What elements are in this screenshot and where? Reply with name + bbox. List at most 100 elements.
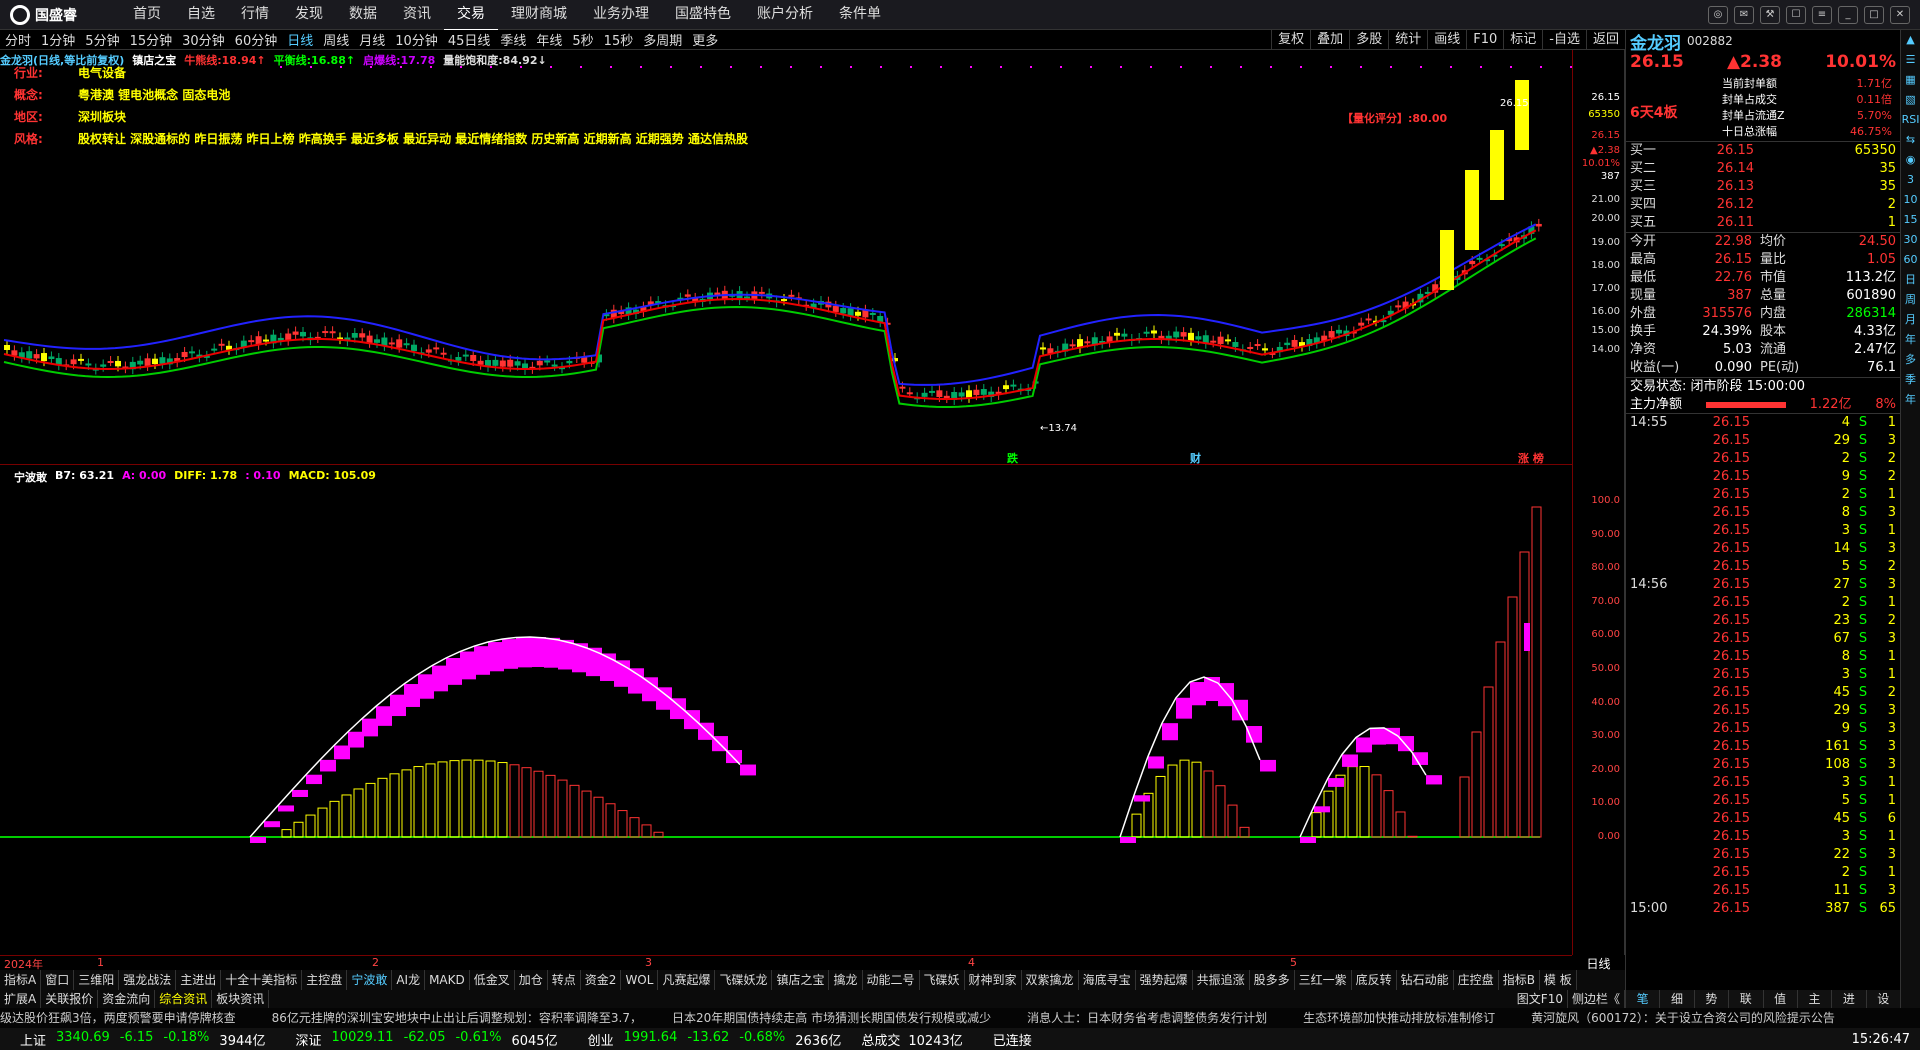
indicator-tab-21[interactable]: 财神到家 xyxy=(965,970,1022,990)
strip-button-10[interactable]: 30 xyxy=(1901,230,1920,250)
strip-button-3[interactable]: ▧ xyxy=(1901,90,1920,110)
quote-tab-0[interactable]: 笔 xyxy=(1626,990,1661,1008)
strip-button-6[interactable]: ◉ xyxy=(1901,150,1920,170)
kline-chart[interactable]: 金龙羽(日线,等比前复权) 镇店之宝 牛熊线:18.94↑ 平衡线:16.88↑ 启… xyxy=(0,50,1572,465)
tool-button-4[interactable]: 画线 xyxy=(1427,30,1466,50)
menu-item-5[interactable]: 资讯 xyxy=(390,0,444,31)
menu-item-6[interactable]: 交易 xyxy=(444,0,498,31)
index-0[interactable]: 上证 3340.69 -6.15 -0.18% 3944亿 xyxy=(20,1030,266,1049)
period-6[interactable]: 日线 xyxy=(282,30,318,49)
indicator-tab-24[interactable]: 强势起爆 xyxy=(1136,970,1193,990)
info-tab-right-0[interactable]: 图文F10 xyxy=(1513,990,1568,1008)
tool-button-6[interactable]: 标记 xyxy=(1503,30,1542,50)
period-0[interactable]: 分时 xyxy=(0,30,36,49)
minimize-icon[interactable]: _ xyxy=(1838,5,1858,24)
indicator-tab-25[interactable]: 共振追涨 xyxy=(1193,970,1250,990)
quote-tab-5[interactable]: 主 xyxy=(1798,990,1833,1008)
period-9[interactable]: 10分钟 xyxy=(390,30,443,49)
period-8[interactable]: 月线 xyxy=(354,30,390,49)
info-tab-1[interactable]: 关联报价 xyxy=(41,990,99,1008)
info-tab-right-1[interactable]: 侧边栏《 xyxy=(1568,990,1625,1008)
tool-button-5[interactable]: F10 xyxy=(1466,30,1503,50)
news-ticker[interactable]: 级达股价狂飙3倍，两度预警要申请停牌核查 86亿元挂牌的深圳宝安地块中止出让后调… xyxy=(0,1008,1920,1028)
indicator-tab-19[interactable]: 动能二号 xyxy=(863,970,920,990)
indicator-tab-4[interactable]: 主进出 xyxy=(176,970,222,990)
indicator-canvas[interactable] xyxy=(0,465,1572,955)
strip-button-1[interactable]: ☰ xyxy=(1901,50,1920,70)
period-13[interactable]: 5秒 xyxy=(567,30,598,49)
indicator-tab-27[interactable]: 三红一紫 xyxy=(1295,970,1352,990)
skin-icon[interactable]: ☐ xyxy=(1786,5,1806,24)
info-tab-4[interactable]: 板块资讯 xyxy=(212,990,270,1008)
tool-button-7[interactable]: -自选 xyxy=(1542,30,1586,50)
index-2[interactable]: 创业 1991.64 -13.62 -0.68% 2636亿 xyxy=(588,1030,842,1049)
bid-row[interactable]: 买一 26.15 65350 xyxy=(1626,142,1900,160)
quote-tab-4[interactable]: 值 xyxy=(1764,990,1798,1008)
kline-canvas[interactable] xyxy=(0,50,1572,465)
strip-button-14[interactable]: 月 xyxy=(1901,310,1920,330)
menu-item-9[interactable]: 国盛特色 xyxy=(662,0,744,31)
indicator-tab-6[interactable]: 主控盘 xyxy=(302,970,348,990)
strip-button-7[interactable]: 3 xyxy=(1901,170,1920,190)
tick-list[interactable]: 14:55 26.15 4 S 1 26.15 29 S 3 26.15 2 S 2 26.15 9 S 2 26… xyxy=(1626,414,1900,918)
menu-item-7[interactable]: 理财商城 xyxy=(498,0,580,31)
info-tab-0[interactable]: 扩展A xyxy=(0,990,42,1008)
index-1[interactable]: 深证 10029.11 -62.05 -0.61% 6045亿 xyxy=(296,1030,558,1049)
mail-icon[interactable]: ✉ xyxy=(1734,5,1754,24)
tool-button-1[interactable]: 叠加 xyxy=(1310,30,1349,50)
indicator-tab-28[interactable]: 底反转 xyxy=(1352,970,1397,990)
indicator-tab-32[interactable]: 模 板 xyxy=(1540,970,1577,990)
tool-button-8[interactable]: 返回 xyxy=(1585,30,1625,50)
period-4[interactable]: 30分钟 xyxy=(177,30,230,49)
bid-row[interactable]: 买五 26.11 1 xyxy=(1626,214,1900,232)
period-1[interactable]: 1分钟 xyxy=(36,30,80,49)
bid-row[interactable]: 买二 26.14 35 xyxy=(1626,160,1900,178)
period-5[interactable]: 60分钟 xyxy=(230,30,283,49)
menu-item-1[interactable]: 自选 xyxy=(174,0,228,31)
maximize-icon[interactable]: □ xyxy=(1864,5,1884,24)
indicator-tab-7[interactable]: 宁波敢 xyxy=(347,970,393,990)
indicator-tab-17[interactable]: 镇店之宝 xyxy=(772,970,830,990)
period-2[interactable]: 5分钟 xyxy=(80,30,124,49)
strip-button-2[interactable]: ▦ xyxy=(1901,70,1920,90)
quote-tab-1[interactable]: 细 xyxy=(1660,990,1695,1008)
indicator-tab-18[interactable]: 擒龙 xyxy=(829,970,863,990)
indicator-tab-30[interactable]: 庄控盘 xyxy=(1454,970,1499,990)
indicator-tab-23[interactable]: 海底寻宝 xyxy=(1079,970,1136,990)
indicator-tab-3[interactable]: 强龙战法 xyxy=(119,970,177,990)
menu-item-11[interactable]: 条件单 xyxy=(826,0,894,31)
indicator-tab-13[interactable]: 资金2 xyxy=(581,970,622,990)
indicator-tab-11[interactable]: 加仓 xyxy=(515,970,548,990)
indicator-tab-5[interactable]: 十全十美指标 xyxy=(221,970,303,990)
menu-item-4[interactable]: 数据 xyxy=(336,0,390,31)
period-14[interactable]: 15秒 xyxy=(599,30,639,49)
strip-button-0[interactable]: ▲ xyxy=(1901,30,1920,50)
strip-button-16[interactable]: 多 xyxy=(1901,350,1920,370)
strip-button-8[interactable]: 10 xyxy=(1901,190,1920,210)
strip-button-15[interactable]: 年 xyxy=(1901,330,1920,350)
info-tab-3[interactable]: 综合资讯 xyxy=(155,990,213,1008)
strip-button-18[interactable]: 年 xyxy=(1901,390,1920,410)
indicator-tab-2[interactable]: 三维阳 xyxy=(74,970,120,990)
period-12[interactable]: 年线 xyxy=(531,30,567,49)
strip-button-9[interactable]: 15 xyxy=(1901,210,1920,230)
quote-tab-6[interactable]: 进 xyxy=(1832,990,1867,1008)
indicator-tab-15[interactable]: 凡赛起爆 xyxy=(658,970,716,990)
indicator-tab-8[interactable]: AI龙 xyxy=(392,970,426,990)
quote-tab-7[interactable]: 设 xyxy=(1867,990,1901,1008)
indicator-tab-9[interactable]: MAKD xyxy=(425,970,470,990)
indicator-tab-26[interactable]: 股多多 xyxy=(1250,970,1295,990)
indicator-tab-16[interactable]: 飞碟妖龙 xyxy=(715,970,773,990)
indicator-tab-22[interactable]: 双紫擒龙 xyxy=(1022,970,1079,990)
menu-item-8[interactable]: 业务办理 xyxy=(580,0,662,31)
strip-button-5[interactable]: ⇆ xyxy=(1901,130,1920,150)
strip-button-17[interactable]: 季 xyxy=(1901,370,1920,390)
period-3[interactable]: 15分钟 xyxy=(125,30,178,49)
info-tab-2[interactable]: 资金流向 xyxy=(98,990,156,1008)
bid-row[interactable]: 买四 26.12 2 xyxy=(1626,196,1900,214)
indicator-chart[interactable]: 宁波敢 B7: 63.21 A: 0.00 DIFF: 1.78: 0.10 MACD… xyxy=(0,465,1572,955)
tool-button-2[interactable]: 多股 xyxy=(1349,30,1388,50)
indicator-tab-29[interactable]: 钻石动能 xyxy=(1397,970,1454,990)
indicator-tab-10[interactable]: 低金叉 xyxy=(470,970,515,990)
menu-item-2[interactable]: 行情 xyxy=(228,0,282,31)
